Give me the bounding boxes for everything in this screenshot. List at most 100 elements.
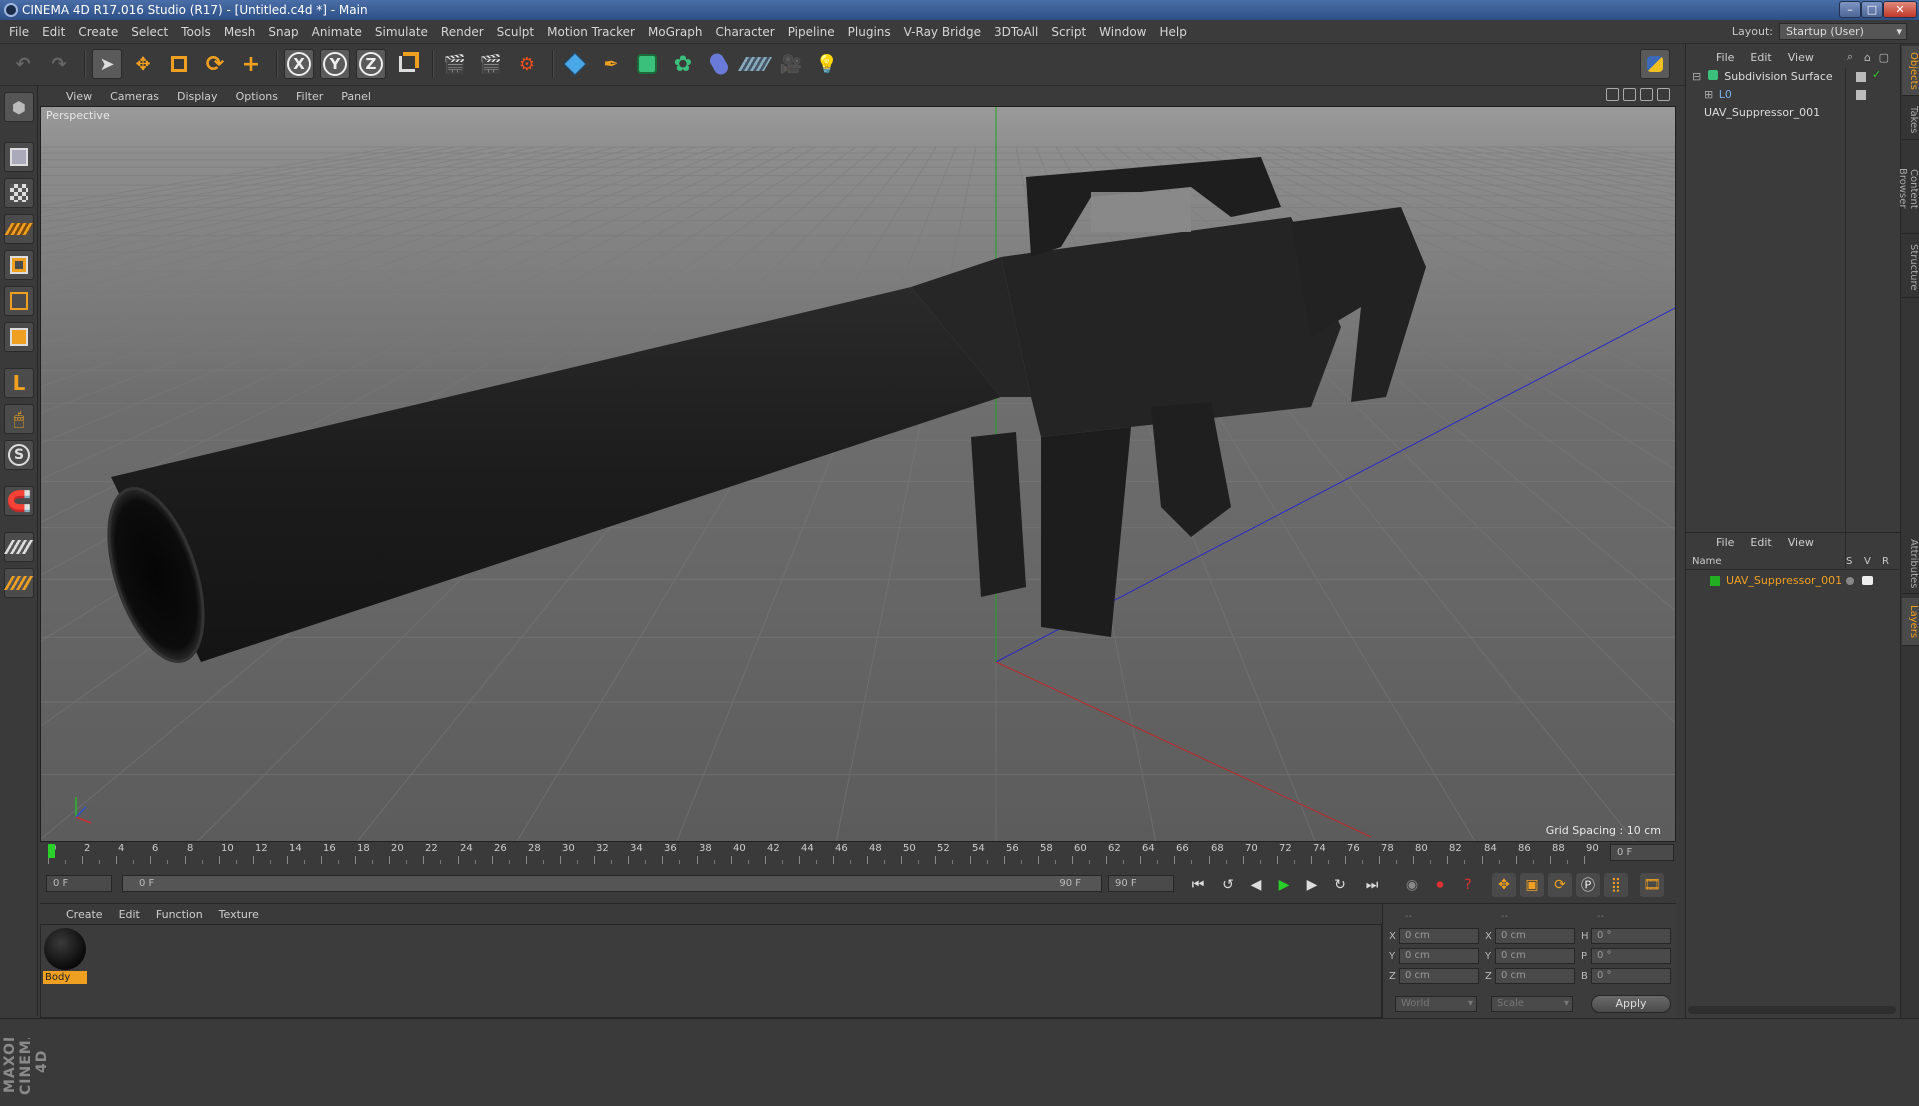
tab-attributes[interactable]: Attributes (1902, 534, 1919, 594)
autokeying-icon[interactable]: ⏺ (1428, 873, 1452, 897)
subdivision-surface-icon[interactable] (632, 49, 662, 79)
menu-tools[interactable]: Tools (181, 25, 211, 39)
spline-pen-icon[interactable]: ✒ (596, 49, 626, 79)
position-x-field[interactable]: 0 cm (1399, 928, 1479, 944)
previous-frame-icon[interactable]: ◀ (1244, 873, 1268, 897)
perspective-viewport[interactable]: Perspective Grid Spacing : 10 cm (40, 106, 1676, 842)
menu-edit[interactable]: Edit (42, 25, 65, 39)
axis-mode-icon[interactable]: L (4, 368, 34, 398)
menu-mesh[interactable]: Mesh (224, 25, 256, 39)
position-z-field[interactable]: 0 cm (1399, 968, 1479, 984)
rotation-h-field[interactable]: 0 ° (1591, 928, 1671, 944)
close-button[interactable]: ✕ (1883, 1, 1917, 18)
search-icon[interactable]: ⌕ (1847, 50, 1853, 64)
menu-window[interactable]: Window (1099, 25, 1146, 39)
snap-mode-icon[interactable]: S (4, 440, 34, 470)
model-mode-icon[interactable] (4, 142, 34, 172)
edges-mode-icon[interactable] (4, 286, 34, 316)
viewport-menu-options[interactable]: Options (236, 90, 278, 103)
previous-key-icon[interactable]: ↺ (1216, 873, 1240, 897)
apply-button[interactable]: Apply (1591, 995, 1671, 1013)
record-scale-icon[interactable]: ▣ (1520, 873, 1544, 897)
layers-menu-file[interactable]: File (1716, 536, 1734, 549)
menu-create[interactable]: Create (78, 25, 118, 39)
layout-dropdown[interactable]: Startup (User) ▾ (1779, 23, 1907, 40)
cube-object-icon[interactable] (560, 49, 590, 79)
live-selection-icon[interactable]: ➤ (92, 49, 122, 79)
end-frame-field[interactable]: 90 F (1108, 875, 1174, 892)
position-y-field[interactable]: 0 cm (1399, 948, 1479, 964)
workplane-lock-icon[interactable] (3, 532, 35, 562)
tab-layers[interactable]: Layers (1902, 598, 1919, 646)
light-object-icon[interactable]: 💡 (812, 49, 842, 79)
tab-structure[interactable]: Structure (1902, 238, 1919, 298)
timeline-playhead[interactable] (48, 844, 55, 858)
keyframe-selection-icon[interactable]: ? (1456, 873, 1480, 897)
axis-x-lock-button[interactable]: X (284, 49, 314, 79)
material-menu-edit[interactable]: Edit (119, 908, 140, 921)
rotation-b-field[interactable]: 0 ° (1591, 968, 1671, 984)
coordinate-system-icon[interactable] (392, 49, 422, 79)
menu-3dtoall[interactable]: 3DToAll (994, 25, 1038, 39)
points-mode-icon[interactable] (4, 250, 34, 280)
dolly-view-icon[interactable] (1623, 88, 1636, 101)
menu-mograph[interactable]: MoGraph (648, 25, 703, 39)
objects-menu-view[interactable]: View (1788, 51, 1814, 64)
expand-icon[interactable]: ⊞ (1704, 88, 1713, 101)
menu-help[interactable]: Help (1159, 25, 1186, 39)
material-menu-create[interactable]: Create (66, 908, 103, 921)
viewport-menu-cameras[interactable]: Cameras (110, 90, 159, 103)
menu-script[interactable]: Script (1051, 25, 1086, 39)
record-point-level-icon[interactable]: ⣿ (1604, 873, 1628, 897)
objects-menu-file[interactable]: File (1716, 51, 1734, 64)
layer-tag-icon[interactable] (1856, 72, 1866, 82)
play-forward-icon[interactable]: ▶ (1272, 873, 1296, 897)
current-frame-field[interactable]: 0 F (1610, 844, 1674, 861)
timeline-window-icon[interactable]: 🎞 (1640, 873, 1664, 897)
make-editable-icon[interactable]: ⬢ (4, 92, 34, 122)
viewport-menu-panel[interactable]: Panel (341, 90, 371, 103)
camera-object-icon[interactable]: 🎥 (776, 49, 806, 79)
tab-takes[interactable]: Takes (1902, 100, 1919, 140)
size-mode-dropdown[interactable]: Scale ▾ (1491, 996, 1573, 1012)
preview-range-slider[interactable]: 0 F 90 F (122, 875, 1102, 892)
go-to-end-icon[interactable]: ⏭ (1360, 873, 1384, 897)
viewport-menu-display[interactable]: Display (177, 90, 218, 103)
deformer-bend-icon[interactable] (704, 49, 734, 79)
floor-object-icon[interactable] (737, 49, 773, 79)
menu-animate[interactable]: Animate (312, 25, 362, 39)
scale-tool-icon[interactable] (164, 49, 194, 79)
record-rotation-icon[interactable]: ⟳ (1548, 873, 1572, 897)
material-menu-function[interactable]: Function (156, 908, 203, 921)
grid-snap-icon[interactable] (3, 568, 35, 598)
recent-tool-icon[interactable]: + (236, 49, 266, 79)
tab-content-browser[interactable]: Content Browser (1897, 144, 1919, 234)
collapse-icon[interactable]: ⊟ (1692, 70, 1701, 83)
undo-icon[interactable]: ↶ (8, 49, 38, 79)
size-z-field[interactable]: 0 cm (1495, 968, 1575, 984)
render-picture-viewer-icon[interactable]: 🎬 (476, 49, 506, 79)
menu-simulate[interactable]: Simulate (375, 25, 428, 39)
magnet-icon[interactable]: 🧲 (4, 486, 34, 516)
layer-color-swatch[interactable] (1710, 576, 1720, 586)
menu-motion-tracker[interactable]: Motion Tracker (547, 25, 635, 39)
axis-z-lock-button[interactable]: Z (356, 49, 386, 79)
move-tool-icon[interactable]: ✥ (128, 49, 158, 79)
workplane-mode-icon[interactable] (4, 214, 34, 244)
menu-plugins[interactable]: Plugins (848, 25, 891, 39)
material-menu-texture[interactable]: Texture (219, 908, 259, 921)
orbit-view-icon[interactable] (1640, 88, 1653, 101)
python-icon[interactable] (1640, 49, 1670, 79)
axis-y-lock-button[interactable]: Y (320, 49, 350, 79)
home-icon[interactable]: ⌂ (1864, 51, 1871, 64)
menu-sculpt[interactable]: Sculpt (497, 25, 534, 39)
record-active-objects-icon[interactable]: ◉ (1400, 873, 1424, 897)
rotate-tool-icon[interactable]: ⟳ (200, 49, 230, 79)
visibility-eye-icon[interactable] (1862, 576, 1873, 585)
menu-snap[interactable]: Snap (268, 25, 298, 39)
material-item[interactable]: Body (43, 927, 87, 984)
coordinate-space-dropdown[interactable]: World ▾ (1395, 996, 1477, 1012)
tab-objects[interactable]: Objects (1902, 46, 1919, 96)
pan-view-icon[interactable] (1606, 88, 1619, 101)
maximize-button[interactable]: □ (1861, 1, 1883, 18)
